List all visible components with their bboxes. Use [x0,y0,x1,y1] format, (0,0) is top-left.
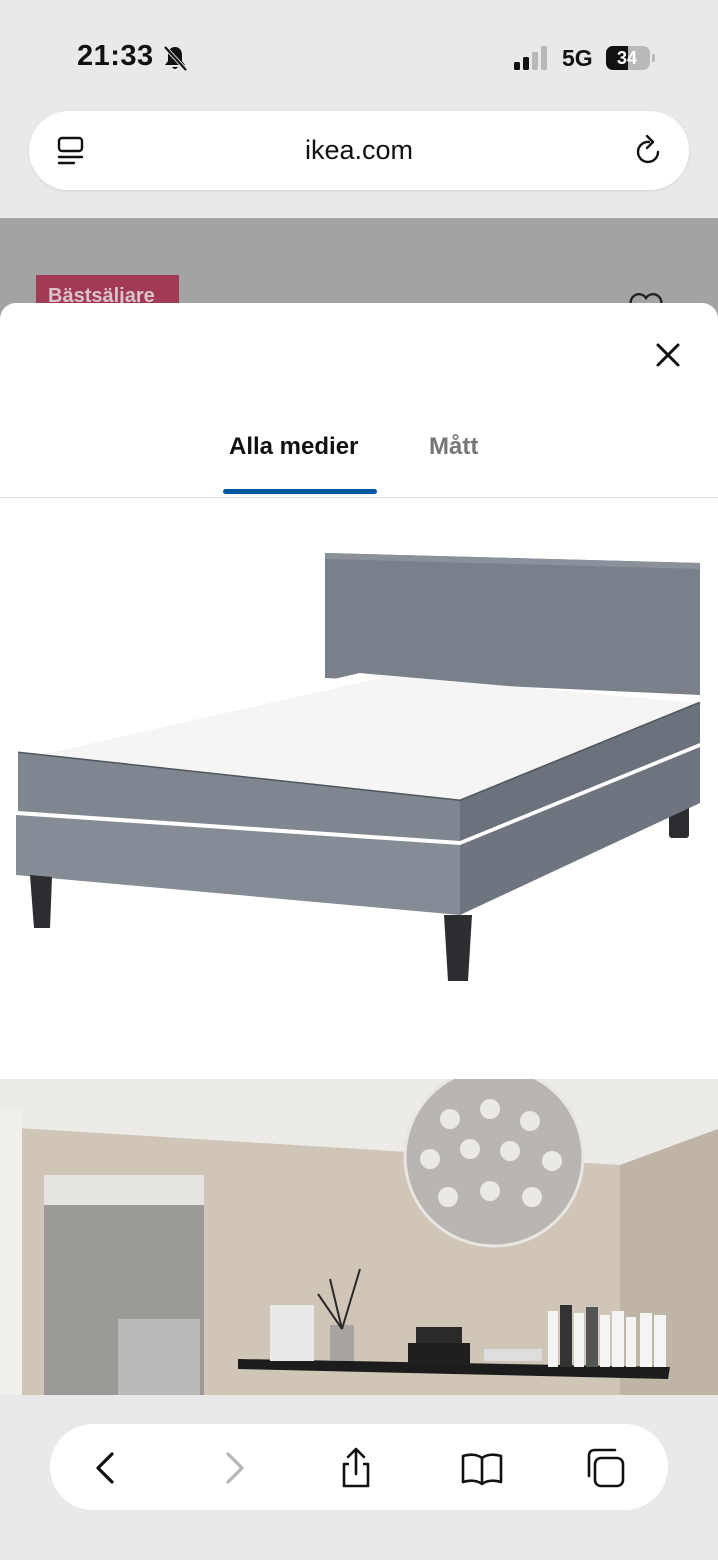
tab-all-media[interactable]: Alla medier [229,433,358,461]
status-time: 21:33 [77,40,154,72]
share-icon[interactable] [334,1446,378,1490]
bookmarks-icon[interactable] [460,1446,504,1490]
signal-icon [514,46,547,70]
battery-level: 34 [616,48,638,68]
bell-slash-icon [163,45,188,72]
tab-dimensions[interactable]: Mått [429,433,478,461]
status-bar: 21:33 5G 34 [0,0,718,110]
network-type: 5G [562,45,593,71]
forward-icon[interactable] [212,1446,256,1490]
bed-product-image[interactable] [0,503,718,1043]
browser-toolbar [0,1395,718,1560]
back-icon[interactable] [84,1446,128,1490]
toolbar-pill [50,1424,668,1510]
bedroom-room-image[interactable] [0,1079,718,1395]
tabs-icon[interactable] [584,1446,628,1490]
address-bar[interactable]: ikea.com [29,111,689,190]
media-modal: Alla medier Mått [0,303,718,1395]
close-icon[interactable] [648,335,688,375]
url-text[interactable]: ikea.com [29,135,689,166]
active-tab-indicator [223,489,377,494]
reload-icon[interactable] [633,133,665,167]
media-tabs: Alla medier Mått [0,433,718,498]
